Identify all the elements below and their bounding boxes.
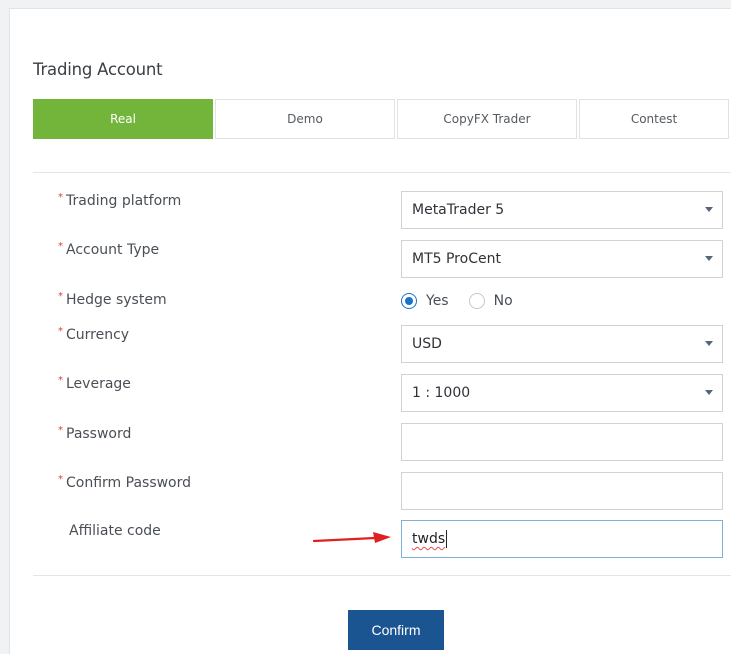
hedge-yes-option[interactable]: Yes bbox=[401, 293, 449, 309]
confirm-password-label: * Confirm Password bbox=[58, 474, 192, 491]
hedge-system-label: * Hedge system bbox=[58, 291, 167, 308]
divider bbox=[33, 575, 731, 576]
red-arrow-icon bbox=[313, 532, 391, 543]
text-cursor bbox=[446, 530, 448, 548]
page: Trading Account Real Demo CopyFX Trader … bbox=[0, 0, 731, 654]
page-title: Trading Account bbox=[33, 60, 163, 79]
affiliate-code-input[interactable]: twds bbox=[401, 520, 723, 558]
account-type-select[interactable]: MT5 ProCent bbox=[401, 240, 723, 278]
leverage-select[interactable]: 1 : 1000 bbox=[401, 374, 723, 412]
required-marker: * bbox=[58, 474, 63, 485]
leverage-value: 1 : 1000 bbox=[412, 385, 471, 401]
required-marker: * bbox=[58, 425, 63, 436]
chevron-down-icon bbox=[705, 256, 713, 261]
required-marker: * bbox=[58, 326, 63, 337]
trading-platform-label: * Trading platform bbox=[58, 192, 182, 209]
chevron-down-icon bbox=[705, 390, 713, 395]
hedge-system-radio-group: Yes No bbox=[401, 291, 533, 311]
confirm-password-input[interactable] bbox=[401, 472, 723, 510]
hedge-yes-radio[interactable] bbox=[401, 293, 417, 309]
trading-platform-select[interactable]: MetaTrader 5 bbox=[401, 191, 723, 229]
affiliate-code-value: twds bbox=[412, 531, 446, 547]
password-input[interactable] bbox=[401, 423, 723, 461]
required-marker: * bbox=[58, 192, 63, 203]
account-type-label: * Account Type bbox=[58, 241, 160, 258]
leverage-label: * Leverage bbox=[58, 375, 131, 392]
divider bbox=[33, 172, 731, 173]
currency-select[interactable]: USD bbox=[401, 325, 723, 363]
hedge-yes-label: Yes bbox=[426, 293, 449, 309]
required-marker: * bbox=[58, 291, 63, 302]
chevron-down-icon bbox=[705, 341, 713, 346]
chevron-down-icon bbox=[705, 207, 713, 212]
currency-value: USD bbox=[412, 336, 442, 352]
hedge-no-label: No bbox=[493, 293, 513, 309]
required-marker: * bbox=[58, 375, 63, 386]
confirm-button[interactable]: Confirm bbox=[348, 610, 444, 650]
hedge-no-option[interactable]: No bbox=[468, 293, 513, 309]
trading-platform-value: MetaTrader 5 bbox=[412, 202, 505, 218]
account-type-value: MT5 ProCent bbox=[412, 251, 501, 267]
affiliate-code-label: Affiliate code bbox=[69, 523, 161, 539]
currency-label: * Currency bbox=[58, 326, 130, 343]
hedge-no-radio[interactable] bbox=[468, 293, 485, 309]
tab-contest[interactable]: Contest bbox=[579, 99, 729, 139]
tab-demo[interactable]: Demo bbox=[215, 99, 395, 139]
account-tabs: Real Demo CopyFX Trader Contest bbox=[33, 99, 731, 139]
password-label: * Password bbox=[58, 425, 132, 442]
tab-copyfx-trader[interactable]: CopyFX Trader bbox=[397, 99, 577, 139]
required-marker: * bbox=[58, 241, 63, 252]
tab-real[interactable]: Real bbox=[33, 99, 213, 139]
